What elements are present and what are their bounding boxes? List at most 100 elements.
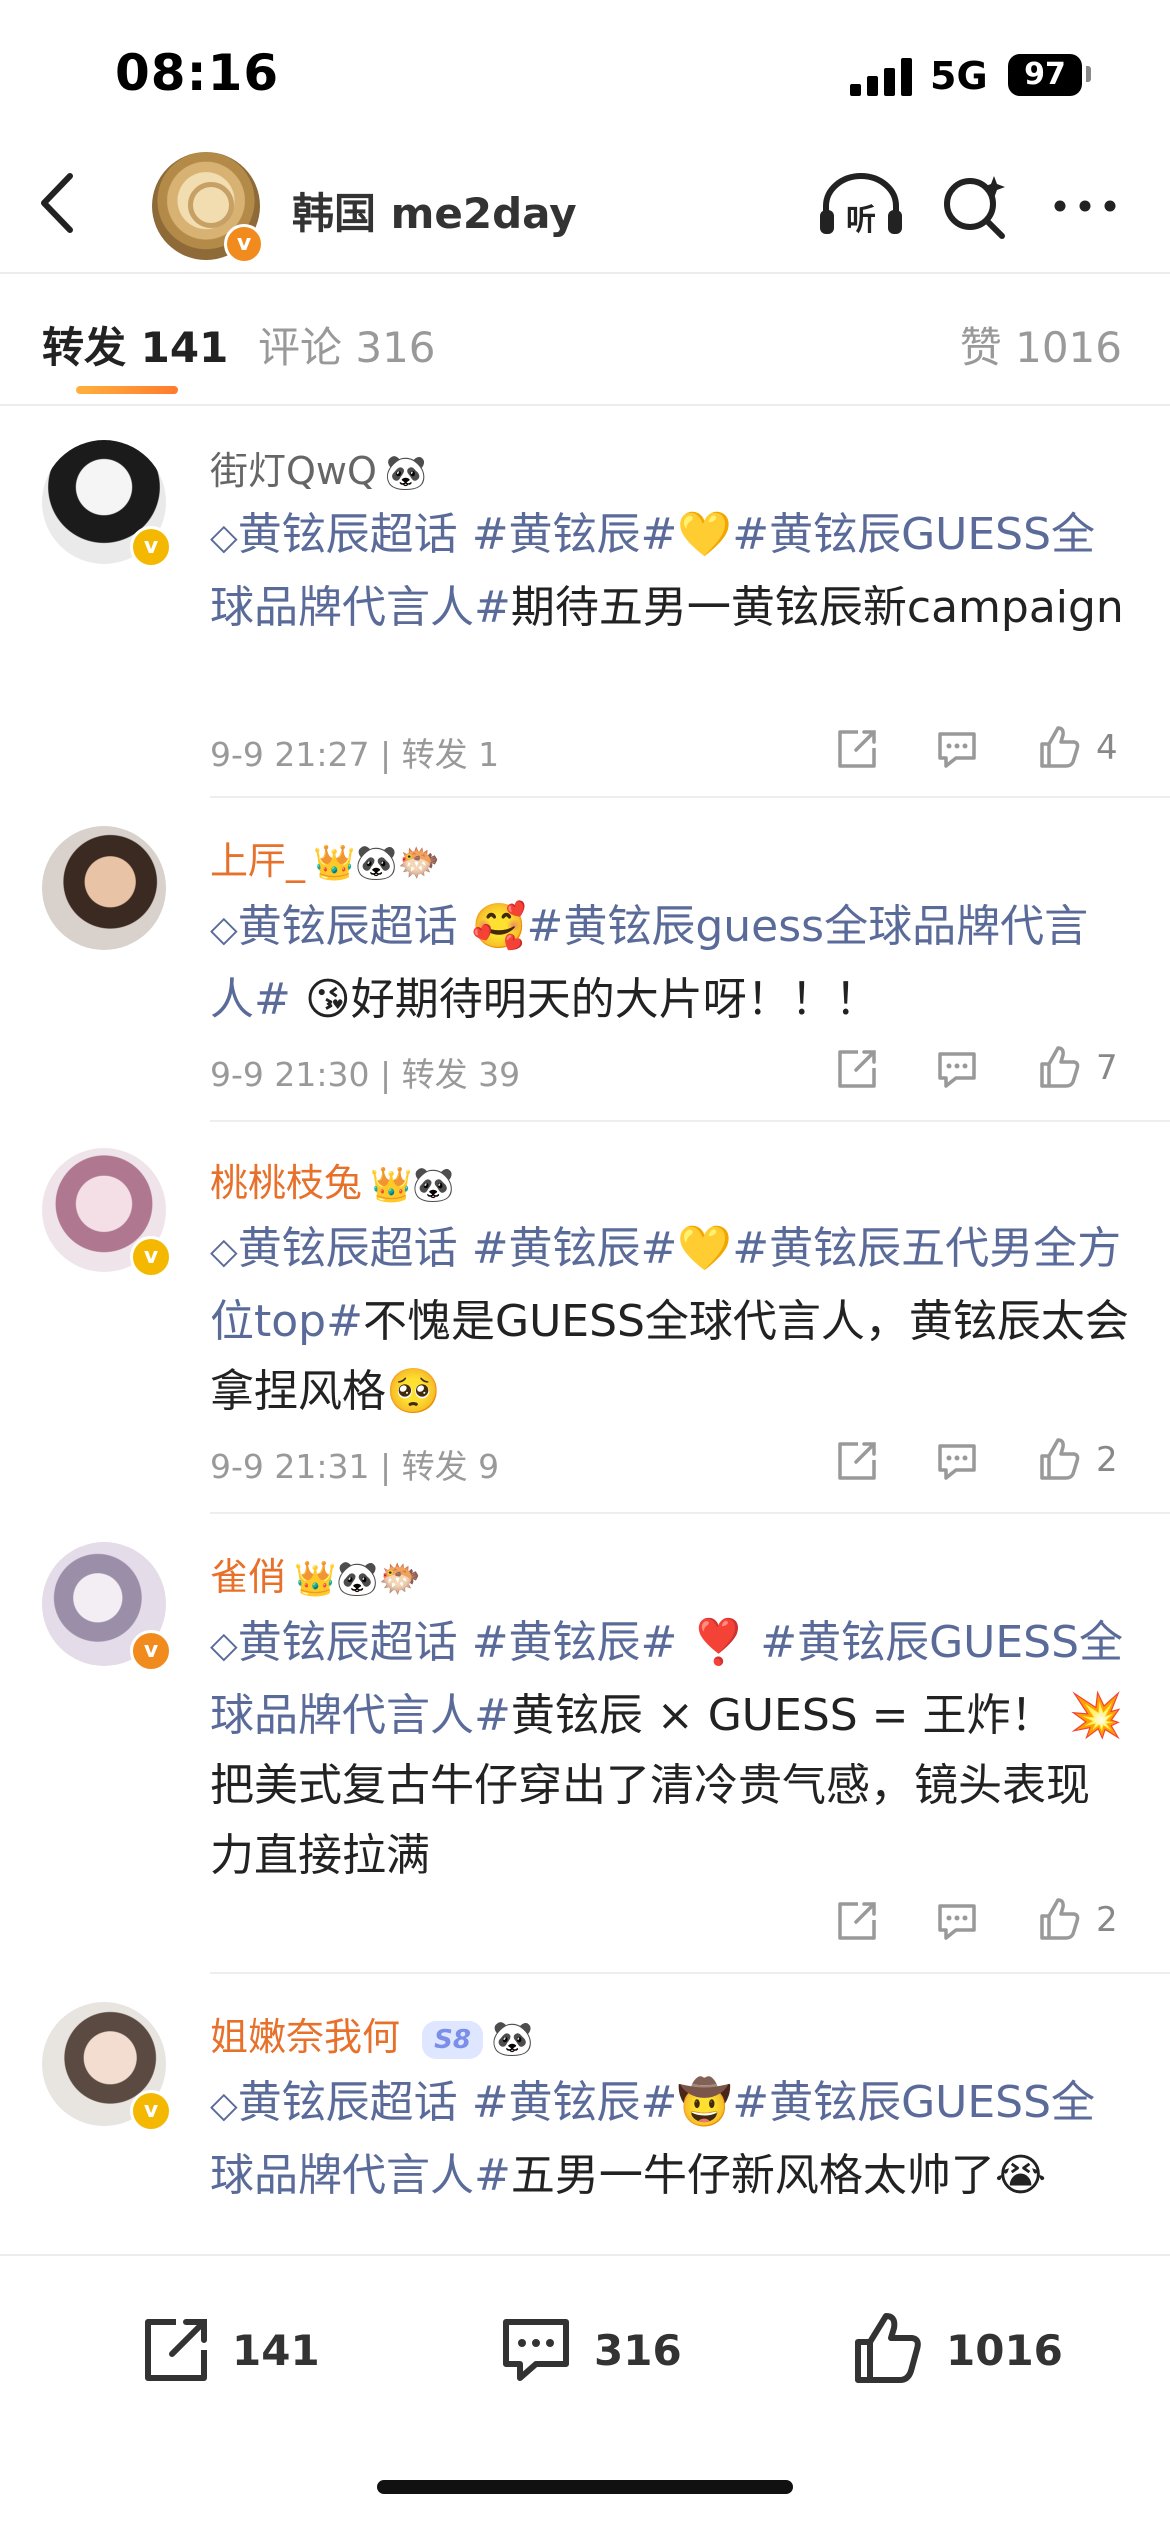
- username-text: 桃桃枝兔: [210, 1161, 363, 1205]
- s8-badge: S8: [422, 2020, 483, 2059]
- share-icon[interactable]: [832, 1436, 882, 1486]
- fan-badge-icon: 👑🐼🐡: [294, 1559, 422, 1599]
- username-text: 街灯QwQ: [210, 449, 377, 493]
- header-divider: [0, 272, 1170, 274]
- avatar[interactable]: [42, 826, 166, 950]
- supertopic-icon: ◇: [210, 517, 238, 558]
- like-icon[interactable]: [1034, 1042, 1084, 1092]
- post-body: ◇黄铉辰超话 🥰#黄铉辰guess全球品牌代言人# 😘好期待明天的大片呀！！！: [210, 892, 1130, 1035]
- signal-icon: [850, 58, 912, 96]
- heart-emoji-icon: 💛: [677, 1223, 733, 1274]
- fan-badge-icon: 👑🐼: [370, 1165, 455, 1205]
- more-button[interactable]: [1050, 188, 1120, 224]
- listen-icon: 听: [820, 173, 902, 238]
- repost-count[interactable]: 141: [232, 2326, 320, 2375]
- more-icon: [1054, 200, 1116, 212]
- topic-link[interactable]: 黄铉辰超话: [238, 901, 458, 952]
- tab-like[interactable]: 赞 1016: [960, 314, 1122, 375]
- listen-button[interactable]: 听: [816, 170, 906, 242]
- supertopic-icon: ◇: [210, 909, 238, 950]
- like-count: 2: [1096, 1440, 1118, 1480]
- exclamation-heart-emoji-icon: ❣️: [691, 1617, 747, 1668]
- post-divider: [210, 1512, 1170, 1514]
- supertopic-icon: ◇: [210, 2085, 238, 2126]
- tab-comment[interactable]: 评论 316: [258, 314, 436, 375]
- like-count: 4: [1096, 728, 1118, 768]
- username-text: 姐嫩奈我何: [210, 2015, 401, 2059]
- like-icon[interactable]: [848, 2308, 928, 2388]
- comment-count[interactable]: 316: [594, 2326, 682, 2375]
- crying-emoji-icon: 😭: [994, 2150, 1047, 2201]
- verified-badge-icon: v: [130, 1236, 172, 1278]
- list-item-username[interactable]: 雀俏 👑🐼🐡: [210, 1546, 421, 1601]
- comment-icon[interactable]: [932, 1436, 982, 1486]
- post-meta: 9-9 21:27 | 转发 1: [210, 735, 500, 774]
- post-body: ◇黄铉辰超话 #黄铉辰#🤠#黄铉辰GUESS全球品牌代言人#五男一牛仔新风格太帅…: [210, 2068, 1130, 2211]
- post-body: ◇黄铉辰超话 #黄铉辰# ❣️ #黄铉辰GUESS全球品牌代言人#黄铉辰 × G…: [210, 1608, 1130, 1891]
- fan-badge-icon: 👑🐼🐡: [313, 843, 441, 883]
- post-divider: [210, 1972, 1170, 1974]
- post-text: 把美式复古牛仔穿出了清冷贵气感，镜头表现力直接拉满: [210, 1760, 1090, 1881]
- hashtag-link[interactable]: #黄铉辰#: [472, 1617, 678, 1668]
- like-count: 2: [1096, 1900, 1118, 1940]
- verified-badge-icon: v: [130, 526, 172, 568]
- topic-link[interactable]: 黄铉辰超话: [238, 2077, 458, 2128]
- battery-icon: 97: [1008, 54, 1082, 96]
- list-item-username[interactable]: 姐嫩奈我何 S8 🐼: [210, 2006, 533, 2061]
- page-title[interactable]: 韩国 me2day: [292, 180, 577, 241]
- post-body: ◇黄铉辰超话 #黄铉辰#💛#黄铉辰五代男全方位top#不愧是GUESS全球代言人…: [210, 1214, 1130, 1427]
- back-icon: [41, 173, 73, 233]
- like-count: 7: [1096, 1048, 1118, 1088]
- listen-label: 听: [846, 203, 876, 238]
- verified-badge-icon: v: [130, 2090, 172, 2132]
- battery-cap: [1086, 66, 1091, 82]
- network-type: 5G: [930, 54, 988, 98]
- hashtag-link[interactable]: #黄铉辰#: [472, 2077, 678, 2128]
- username-text: 雀俏: [210, 1555, 287, 1599]
- status-time: 08:16: [115, 44, 280, 102]
- username-text: 上厈_: [210, 839, 306, 883]
- cowboy-emoji-icon: 🤠: [677, 2077, 733, 2128]
- comment-icon[interactable]: [932, 1044, 982, 1094]
- list-item-username[interactable]: 上厈_ 👑🐼🐡: [210, 830, 440, 885]
- supertopic-icon: ◇: [210, 1625, 238, 1666]
- tab-indicator: [76, 386, 178, 394]
- like-count[interactable]: 1016: [946, 2326, 1063, 2375]
- share-icon[interactable]: [832, 724, 882, 774]
- share-icon[interactable]: [832, 1896, 882, 1946]
- tab-repost[interactable]: 转发 141: [42, 314, 228, 375]
- post-text: 好期待明天的大片呀！！！: [350, 974, 879, 1025]
- like-icon[interactable]: [1034, 1894, 1084, 1944]
- post-text: 黄铉辰 × GUESS = 王炸！: [510, 1690, 1055, 1741]
- comment-icon[interactable]: [496, 2310, 576, 2390]
- comment-icon[interactable]: [932, 724, 982, 774]
- topic-link[interactable]: 黄铉辰超话: [238, 1223, 458, 1274]
- supertopic-icon: ◇: [210, 1231, 238, 1272]
- post-divider: [210, 796, 1170, 798]
- search-button[interactable]: [940, 170, 1010, 242]
- hashtag-link[interactable]: #黄铉辰#: [472, 1223, 678, 1274]
- panda-badge-icon: 🐼: [384, 453, 428, 493]
- search-sparkle-icon: [944, 176, 1005, 239]
- share-icon[interactable]: [832, 1044, 882, 1094]
- like-icon[interactable]: [1034, 722, 1084, 772]
- topic-link[interactable]: 黄铉辰超话: [238, 509, 458, 560]
- list-item-username[interactable]: 街灯QwQ 🐼: [210, 440, 427, 495]
- back-button[interactable]: [30, 168, 90, 238]
- pleading-emoji-icon: 🥺: [386, 1366, 441, 1417]
- repost-icon[interactable]: [136, 2310, 216, 2390]
- like-icon[interactable]: [1034, 1434, 1084, 1484]
- post-text: 五男一牛仔新风格太帅了: [510, 2150, 995, 2201]
- panda-badge-icon: 🐼: [490, 2019, 534, 2059]
- tabs-divider: [0, 404, 1170, 406]
- post-text: 期待五男一黄铉辰新campaign: [510, 582, 1124, 633]
- topic-link[interactable]: 黄铉辰超话: [238, 1617, 458, 1668]
- post-meta: 9-9 21:31 | 转发 9: [210, 1447, 500, 1486]
- comment-icon[interactable]: [932, 1896, 982, 1946]
- collision-emoji-icon: 💥: [1068, 1690, 1124, 1741]
- list-item-username[interactable]: 桃桃枝兔 👑🐼: [210, 1152, 455, 1207]
- kiss-emoji-icon: 😘: [304, 974, 351, 1025]
- hashtag-link[interactable]: #黄铉辰#: [472, 509, 678, 560]
- verified-badge-icon: v: [130, 1630, 172, 1672]
- home-indicator[interactable]: [377, 2480, 793, 2494]
